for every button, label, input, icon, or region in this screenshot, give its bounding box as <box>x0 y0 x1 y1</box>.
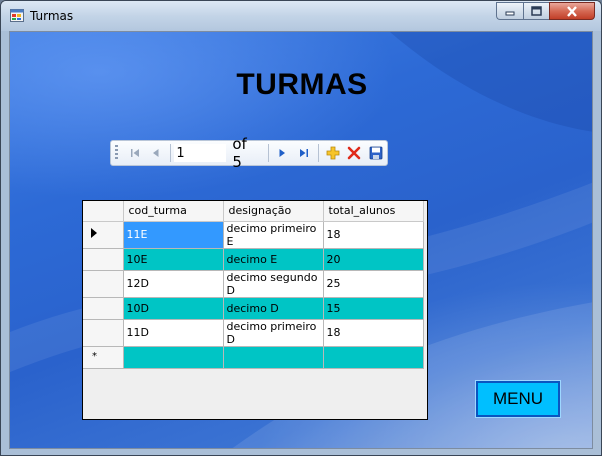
move-first-button[interactable] <box>127 145 143 161</box>
move-previous-button[interactable] <box>149 145 165 161</box>
cell-cod-turma[interactable]: 10E <box>122 247 224 271</box>
cell-total-alunos[interactable]: 25 <box>322 269 424 298</box>
page-title: TURMAS <box>236 68 368 101</box>
delete-button[interactable] <box>347 145 363 161</box>
move-last-icon <box>300 149 309 157</box>
new-cell-cod-turma[interactable] <box>122 345 224 369</box>
column-header-total-alunos[interactable]: total_alunos <box>322 201 424 222</box>
row-header[interactable] <box>83 318 124 347</box>
cell-total-alunos[interactable]: 18 <box>322 318 424 347</box>
title-bar[interactable]: Turmas <box>1 1 601 31</box>
maximize-button[interactable] <box>523 2 549 20</box>
grid-table: cod_turma designação total_alunos 11E de… <box>83 201 424 369</box>
cell-total-alunos[interactable]: 18 <box>322 220 424 249</box>
move-next-icon <box>279 149 286 157</box>
maximize-icon <box>531 6 542 16</box>
toolbar-separator <box>267 144 269 162</box>
delete-icon <box>348 146 361 160</box>
save-button[interactable] <box>368 145 384 161</box>
close-button[interactable] <box>549 2 595 20</box>
move-first-icon <box>130 149 139 157</box>
table-row[interactable]: 11D decimo primeiro D 18 <box>83 318 424 347</box>
toolbar-separator <box>317 144 319 162</box>
table-row[interactable]: 10E decimo E 20 <box>83 247 424 271</box>
cell-cod-turma[interactable]: 10D <box>122 296 224 320</box>
table-row[interactable]: 11E decimo primeiro E 18 <box>83 220 424 249</box>
row-header[interactable] <box>83 296 124 320</box>
cell-cod-turma[interactable]: 12D <box>122 269 224 298</box>
window-app-icon <box>10 9 24 22</box>
menu-button[interactable]: MENU <box>475 380 561 418</box>
turmas-data-grid[interactable]: cod_turma designação total_alunos 11E de… <box>82 200 428 420</box>
row-header[interactable] <box>83 269 124 298</box>
cell-designacao[interactable]: decimo E <box>222 247 324 271</box>
save-icon <box>369 146 383 160</box>
new-cell-total-alunos[interactable] <box>322 345 424 369</box>
close-icon <box>567 5 577 17</box>
position-input[interactable] <box>174 144 227 162</box>
form-client-area: TURMAS of 5 <box>9 31 593 449</box>
add-new-icon <box>326 146 340 160</box>
move-next-button[interactable] <box>275 145 291 161</box>
column-header-designacao[interactable]: designação <box>222 201 324 222</box>
column-header-cod-turma[interactable]: cod_turma <box>122 201 224 222</box>
cell-total-alunos[interactable]: 15 <box>322 296 424 320</box>
move-previous-icon <box>153 149 159 157</box>
cell-designacao[interactable]: decimo primeiro D <box>222 318 324 347</box>
record-count-label: of 5 <box>232 135 247 171</box>
row-header[interactable]: * <box>83 345 124 369</box>
move-last-button[interactable] <box>296 145 312 161</box>
cell-designacao[interactable]: decimo segundo D <box>222 269 324 298</box>
cell-cod-turma[interactable]: 11D <box>122 318 224 347</box>
form-window: Turmas TURMAS 1 of 5 cod_turma designaçã… <box>0 0 602 456</box>
grid-header-row: cod_turma designação total_alunos <box>83 201 424 222</box>
toolbar-grip[interactable] <box>115 145 118 161</box>
minimize-icon <box>505 11 515 16</box>
caption-buttons <box>496 2 595 20</box>
cell-designacao[interactable]: decimo primeiro E <box>222 220 324 249</box>
new-cell-designacao[interactable] <box>222 345 324 369</box>
binding-navigator: of 5 <box>110 135 388 171</box>
cell-designacao[interactable]: decimo D <box>222 296 324 320</box>
new-row-marker: * <box>92 350 97 362</box>
add-new-button[interactable] <box>325 145 341 161</box>
current-row-arrow-icon <box>91 227 97 238</box>
table-row[interactable]: 10D decimo D 15 <box>83 296 424 320</box>
new-row[interactable]: * <box>83 345 424 369</box>
cell-total-alunos[interactable]: 20 <box>322 247 424 271</box>
table-row[interactable]: 12D decimo segundo D 25 <box>83 269 424 298</box>
toolbar-separator <box>170 144 172 162</box>
window-title: Turmas <box>30 9 74 23</box>
row-header[interactable] <box>83 220 124 249</box>
cell-cod-turma[interactable]: 11E <box>122 220 224 249</box>
minimize-button[interactable] <box>496 2 523 20</box>
row-header-corner[interactable] <box>83 201 124 222</box>
row-header[interactable] <box>83 247 124 271</box>
